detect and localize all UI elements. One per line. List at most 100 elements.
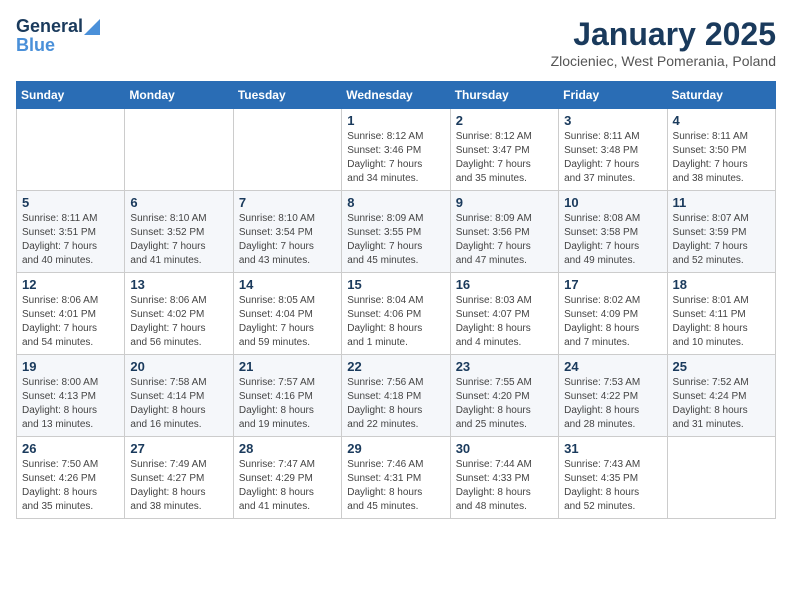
- day-info: Sunrise: 8:02 AMSunset: 4:09 PMDaylight:…: [564, 294, 661, 350]
- calendar-cell: 6 Sunrise: 8:10 AMSunset: 3:52 PMDaylight…: [125, 191, 233, 273]
- calendar-cell: 15 Sunrise: 8:04 AMSunset: 4:06 PMDayligh…: [342, 273, 450, 355]
- day-number: 24: [564, 359, 661, 374]
- day-info: Sunrise: 7:50 AMSunset: 4:26 PMDaylight:…: [22, 458, 119, 514]
- day-number: 5: [22, 195, 119, 210]
- calendar-cell: 11 Sunrise: 8:07 AMSunset: 3:59 PMDayligh…: [667, 191, 775, 273]
- calendar-cell: 5 Sunrise: 8:11 AMSunset: 3:51 PMDaylight…: [17, 191, 125, 273]
- day-number: 23: [456, 359, 553, 374]
- calendar-cell: 12 Sunrise: 8:06 AMSunset: 4:01 PMDayligh…: [17, 273, 125, 355]
- weekday-header-row: SundayMondayTuesdayWednesdayThursdayFrid…: [17, 82, 776, 109]
- calendar-cell: 30Sunrise: 7:44 AMSunset: 4:33 PMDayligh…: [450, 437, 558, 519]
- day-number: 29: [347, 441, 444, 456]
- calendar-cell: 1 Sunrise: 8:12 AMSunset: 3:46 PMDaylight…: [342, 109, 450, 191]
- day-number: 2: [456, 113, 553, 128]
- calendar-cell: 21 Sunrise: 7:57 AMSunset: 4:16 PMDayligh…: [233, 355, 341, 437]
- day-info: Sunrise: 8:12 AMSunset: 3:47 PMDaylight:…: [456, 130, 553, 186]
- weekday-header-friday: Friday: [559, 82, 667, 109]
- day-number: 3: [564, 113, 661, 128]
- calendar-cell: 24 Sunrise: 7:53 AMSunset: 4:22 PMDayligh…: [559, 355, 667, 437]
- logo-text: General Blue: [16, 16, 100, 55]
- day-number: 8: [347, 195, 444, 210]
- day-info: Sunrise: 8:03 AMSunset: 4:07 PMDaylight:…: [456, 294, 553, 350]
- day-info: Sunrise: 8:10 AMSunset: 3:52 PMDaylight:…: [130, 212, 227, 268]
- week-row-3: 12 Sunrise: 8:06 AMSunset: 4:01 PMDayligh…: [17, 273, 776, 355]
- day-number: 27: [130, 441, 227, 456]
- calendar-cell: [233, 109, 341, 191]
- weekday-header-sunday: Sunday: [17, 82, 125, 109]
- weekday-header-monday: Monday: [125, 82, 233, 109]
- week-row-4: 19Sunrise: 8:00 AMSunset: 4:13 PMDayligh…: [17, 355, 776, 437]
- week-row-1: 1 Sunrise: 8:12 AMSunset: 3:46 PMDaylight…: [17, 109, 776, 191]
- calendar-cell: 2 Sunrise: 8:12 AMSunset: 3:47 PMDaylight…: [450, 109, 558, 191]
- calendar-cell: 7 Sunrise: 8:10 AMSunset: 3:54 PMDaylight…: [233, 191, 341, 273]
- weekday-header-tuesday: Tuesday: [233, 82, 341, 109]
- day-info: Sunrise: 7:53 AMSunset: 4:22 PMDaylight:…: [564, 376, 661, 432]
- calendar-cell: 16 Sunrise: 8:03 AMSunset: 4:07 PMDayligh…: [450, 273, 558, 355]
- calendar-cell: [667, 437, 775, 519]
- calendar-cell: 19Sunrise: 8:00 AMSunset: 4:13 PMDayligh…: [17, 355, 125, 437]
- calendar-table: SundayMondayTuesdayWednesdayThursdayFrid…: [16, 81, 776, 519]
- day-info: Sunrise: 8:12 AMSunset: 3:46 PMDaylight:…: [347, 130, 444, 186]
- calendar-cell: 31Sunrise: 7:43 AMSunset: 4:35 PMDayligh…: [559, 437, 667, 519]
- day-number: 31: [564, 441, 661, 456]
- logo: General Blue: [16, 16, 100, 55]
- page-header: General Blue January 2025 Zlocieniec, We…: [16, 16, 776, 69]
- day-number: 28: [239, 441, 336, 456]
- day-info: Sunrise: 8:11 AMSunset: 3:48 PMDaylight:…: [564, 130, 661, 186]
- calendar-cell: 26 Sunrise: 7:50 AMSunset: 4:26 PMDayligh…: [17, 437, 125, 519]
- day-number: 21: [239, 359, 336, 374]
- calendar-subtitle: Zlocieniec, West Pomerania, Poland: [551, 53, 776, 69]
- calendar-cell: [17, 109, 125, 191]
- week-row-2: 5 Sunrise: 8:11 AMSunset: 3:51 PMDaylight…: [17, 191, 776, 273]
- day-info: Sunrise: 7:44 AMSunset: 4:33 PMDaylight:…: [456, 458, 553, 514]
- day-number: 17: [564, 277, 661, 292]
- day-number: 10: [564, 195, 661, 210]
- day-number: 19: [22, 359, 119, 374]
- day-info: Sunrise: 8:06 AMSunset: 4:01 PMDaylight:…: [22, 294, 119, 350]
- calendar-title: January 2025: [551, 16, 776, 53]
- day-number: 26: [22, 441, 119, 456]
- day-number: 4: [673, 113, 770, 128]
- day-info: Sunrise: 7:55 AMSunset: 4:20 PMDaylight:…: [456, 376, 553, 432]
- calendar-cell: 4Sunrise: 8:11 AMSunset: 3:50 PMDaylight…: [667, 109, 775, 191]
- day-info: Sunrise: 7:52 AMSunset: 4:24 PMDaylight:…: [673, 376, 770, 432]
- day-info: Sunrise: 7:56 AMSunset: 4:18 PMDaylight:…: [347, 376, 444, 432]
- day-number: 1: [347, 113, 444, 128]
- day-info: Sunrise: 8:07 AMSunset: 3:59 PMDaylight:…: [673, 212, 770, 268]
- day-number: 7: [239, 195, 336, 210]
- calendar-cell: 23 Sunrise: 7:55 AMSunset: 4:20 PMDayligh…: [450, 355, 558, 437]
- day-number: 16: [456, 277, 553, 292]
- calendar-cell: 20 Sunrise: 7:58 AMSunset: 4:14 PMDayligh…: [125, 355, 233, 437]
- day-info: Sunrise: 8:10 AMSunset: 3:54 PMDaylight:…: [239, 212, 336, 268]
- day-info: Sunrise: 7:58 AMSunset: 4:14 PMDaylight:…: [130, 376, 227, 432]
- logo-blue: Blue: [16, 35, 100, 56]
- day-number: 11: [673, 195, 770, 210]
- day-info: Sunrise: 8:04 AMSunset: 4:06 PMDaylight:…: [347, 294, 444, 350]
- calendar-cell: 22 Sunrise: 7:56 AMSunset: 4:18 PMDayligh…: [342, 355, 450, 437]
- day-info: Sunrise: 8:08 AMSunset: 3:58 PMDaylight:…: [564, 212, 661, 268]
- day-number: 20: [130, 359, 227, 374]
- calendar-cell: 9Sunrise: 8:09 AMSunset: 3:56 PMDaylight…: [450, 191, 558, 273]
- day-number: 12: [22, 277, 119, 292]
- day-info: Sunrise: 8:01 AMSunset: 4:11 PMDaylight:…: [673, 294, 770, 350]
- day-info: Sunrise: 7:57 AMSunset: 4:16 PMDaylight:…: [239, 376, 336, 432]
- day-number: 22: [347, 359, 444, 374]
- day-info: Sunrise: 8:09 AMSunset: 3:55 PMDaylight:…: [347, 212, 444, 268]
- weekday-header-saturday: Saturday: [667, 82, 775, 109]
- calendar-cell: 29Sunrise: 7:46 AMSunset: 4:31 PMDayligh…: [342, 437, 450, 519]
- calendar-cell: 17 Sunrise: 8:02 AMSunset: 4:09 PMDayligh…: [559, 273, 667, 355]
- weekday-header-thursday: Thursday: [450, 82, 558, 109]
- day-number: 15: [347, 277, 444, 292]
- calendar-cell: 13Sunrise: 8:06 AMSunset: 4:02 PMDayligh…: [125, 273, 233, 355]
- calendar-cell: 14Sunrise: 8:05 AMSunset: 4:04 PMDayligh…: [233, 273, 341, 355]
- calendar-cell: 18Sunrise: 8:01 AMSunset: 4:11 PMDayligh…: [667, 273, 775, 355]
- calendar-cell: 8 Sunrise: 8:09 AMSunset: 3:55 PMDaylight…: [342, 191, 450, 273]
- calendar-cell: 27Sunrise: 7:49 AMSunset: 4:27 PMDayligh…: [125, 437, 233, 519]
- day-info: Sunrise: 8:06 AMSunset: 4:02 PMDaylight:…: [130, 294, 227, 350]
- day-info: Sunrise: 7:47 AMSunset: 4:29 PMDaylight:…: [239, 458, 336, 514]
- day-number: 9: [456, 195, 553, 210]
- calendar-cell: 28 Sunrise: 7:47 AMSunset: 4:29 PMDayligh…: [233, 437, 341, 519]
- weekday-header-wednesday: Wednesday: [342, 82, 450, 109]
- day-number: 6: [130, 195, 227, 210]
- day-info: Sunrise: 8:11 AMSunset: 3:51 PMDaylight:…: [22, 212, 119, 268]
